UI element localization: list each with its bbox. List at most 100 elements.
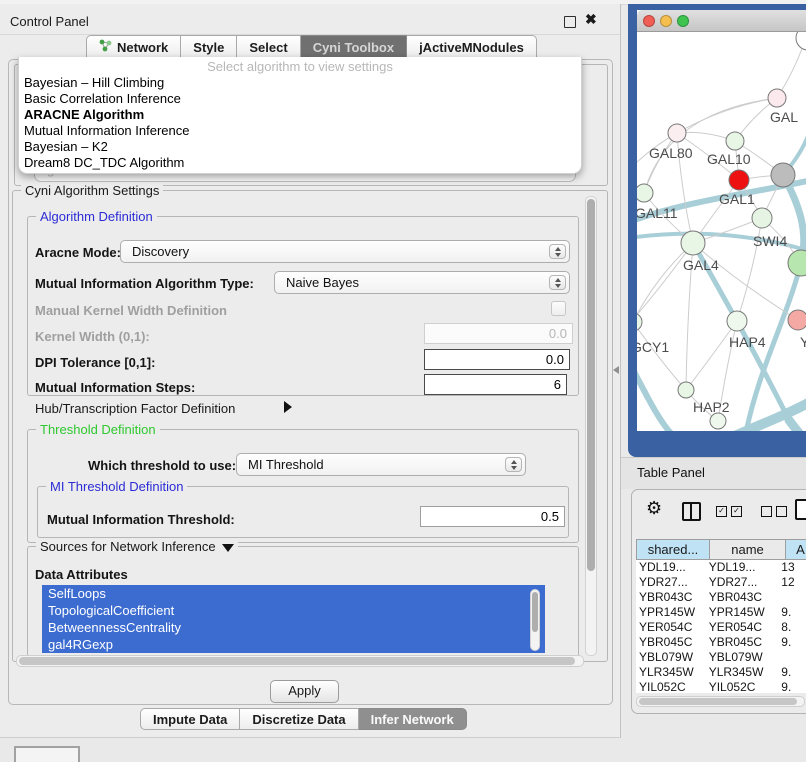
select-all-icon[interactable]: ✓✓ (716, 506, 742, 517)
float-window-icon[interactable] (564, 16, 576, 28)
table-cell: 9. (778, 665, 806, 680)
network-node-top-arc[interactable] (796, 32, 806, 50)
manual-kernel-checkbox[interactable] (551, 301, 566, 316)
kernel-width-label: Kernel Width (0,1): (35, 329, 150, 344)
network-node-hap4[interactable] (727, 311, 747, 331)
collapse-left-icon[interactable] (613, 366, 619, 374)
algorithm-dropdown-items: Bayesian – Hill ClimbingBasic Correlatio… (19, 75, 581, 171)
mi-type-label: Mutual Information Algorithm Type: (35, 276, 254, 291)
minimize-traffic-light[interactable] (660, 15, 672, 27)
table-row[interactable]: YBR043CYBR043C (636, 590, 806, 605)
which-threshold-combo[interactable]: MI Threshold (236, 453, 526, 476)
table-cell: YER054C (706, 620, 779, 635)
table-cell: YDR27... (636, 575, 706, 590)
attribute-item-gal4rgexp[interactable]: gal4RGexp (42, 636, 545, 653)
attribute-item-selfloops[interactable]: SelfLoops (42, 585, 545, 602)
table-row[interactable]: YDR27...YDR27...12 (636, 575, 806, 590)
tab-label: Infer Network (371, 709, 454, 730)
tab-impute-data[interactable]: Impute Data (140, 708, 240, 730)
node-label-gal80: GAL80 (649, 145, 693, 161)
network-node-gal11[interactable] (637, 184, 653, 202)
attribute-item-betweennesscentrality[interactable]: BetweennessCentrality (42, 619, 545, 636)
network-node-hap2[interactable] (678, 382, 694, 398)
settings-horizontal-scrollbar[interactable] (16, 655, 584, 667)
mi-type-combo[interactable]: Naive Bayes (274, 271, 570, 294)
close-traffic-light[interactable] (643, 15, 655, 27)
network-node-swi4[interactable] (752, 208, 772, 228)
tab-style[interactable]: Style (181, 35, 237, 59)
dpi-tolerance-input[interactable] (424, 349, 570, 370)
network-node-gray-node[interactable] (771, 163, 795, 187)
settings-scroll-thumb[interactable] (587, 199, 595, 571)
table-cell: 9. (778, 605, 806, 620)
close-icon[interactable]: ✖ (585, 11, 597, 28)
apply-button[interactable]: Apply (270, 680, 339, 703)
network-node-gal4[interactable] (681, 231, 705, 255)
hub-definition-expander[interactable]: Hub/Transcription Factor Definition (35, 401, 235, 416)
table-hscroll-thumb[interactable] (639, 698, 797, 705)
tab-discretize-data[interactable]: Discretize Data (240, 708, 358, 730)
minimized-panel-icon[interactable] (14, 746, 80, 762)
data-attributes-list: SelfLoopsTopologicalCoefficientBetweenne… (42, 585, 545, 653)
network-window-titlebar[interactable] (637, 10, 806, 32)
attributes-scrollbar[interactable] (530, 589, 540, 651)
network-node-gal1[interactable] (729, 170, 749, 190)
table-row[interactable]: YBR045CYBR045C9. (636, 635, 806, 650)
collapse-down-icon[interactable] (222, 544, 234, 552)
table-horizontal-scrollbar[interactable] (636, 696, 805, 707)
settings-vertical-scrollbar[interactable] (585, 196, 597, 656)
tab-label: Discretize Data (252, 709, 345, 730)
column-header-a[interactable]: A (786, 540, 806, 559)
algorithm-option-bayesian-k2[interactable]: Bayesian – K2 (19, 139, 581, 155)
network-node-gcy1[interactable] (637, 313, 642, 331)
network-edge (777, 40, 805, 98)
algorithm-option-mutual-information-inference[interactable]: Mutual Information Inference (19, 123, 581, 139)
column-header-shared[interactable]: shared... (637, 540, 710, 559)
table-cell: YPR145W (636, 605, 706, 620)
network-node-salmon-right[interactable] (788, 310, 806, 330)
mi-threshold-input[interactable] (420, 506, 565, 527)
table-cell: YDL19... (636, 560, 706, 575)
table-row[interactable]: YDL19...YDL19...13 (636, 560, 806, 575)
algorithm-option-basic-correlation-inference[interactable]: Basic Correlation Inference (19, 91, 581, 107)
mi-steps-input[interactable] (424, 374, 567, 395)
gear-icon[interactable]: ⚙ (646, 498, 662, 519)
aracne-mode-combo[interactable]: Discovery (120, 240, 570, 263)
attributes-scroll-thumb[interactable] (532, 592, 538, 632)
algorithm-option-bayesian-hill-climbing[interactable]: Bayesian – Hill Climbing (19, 75, 581, 91)
network-edge (789, 420, 806, 431)
network-canvas[interactable]: GALGAL80GAL10GAL1GAL11SWI4GAL4GCY1HAP4YH… (637, 32, 806, 431)
settings-hscroll-thumb[interactable] (19, 657, 575, 665)
network-node-gal10[interactable] (726, 132, 744, 150)
table-cell: YBR045C (636, 635, 706, 650)
table-row[interactable]: YER054CYER054C8. (636, 620, 806, 635)
tab-infer-network[interactable]: Infer Network (359, 708, 467, 730)
table-row[interactable]: YPR145WYPR145W9. (636, 605, 806, 620)
tab-label: jActiveMNodules (419, 36, 524, 59)
network-icon (99, 36, 112, 59)
deselect-all-icon[interactable] (761, 506, 787, 517)
table-cell: 13 (778, 560, 806, 575)
network-node-gal80[interactable] (668, 124, 686, 142)
tab-cyni-toolbox[interactable]: Cyni Toolbox (301, 35, 407, 59)
expand-right-icon[interactable] (284, 401, 292, 413)
table-row[interactable]: YLR345WYLR345W9. (636, 665, 806, 680)
document-icon[interactable] (795, 499, 806, 520)
zoom-traffic-light[interactable] (677, 15, 689, 27)
network-node-gal-top[interactable] (768, 89, 786, 107)
column-header-name[interactable]: name (710, 540, 786, 559)
kernel-width-input[interactable] (424, 323, 573, 344)
table-row[interactable]: YBL079WYBL079W (636, 650, 806, 665)
cyni-algorithm-settings-title: Cyni Algorithm Settings (21, 183, 163, 198)
tab-select[interactable]: Select (237, 35, 300, 59)
attribute-item-topologicalcoefficient[interactable]: TopologicalCoefficient (42, 602, 545, 619)
algorithm-option-aracne-algorithm[interactable]: ARACNE Algorithm (19, 107, 581, 123)
tab-jactivemnodules[interactable]: jActiveMNodules (407, 35, 537, 59)
table-row[interactable]: YIL052CYIL052C9. (636, 680, 806, 693)
columns-icon[interactable] (682, 502, 701, 521)
network-node-green-right[interactable] (788, 250, 806, 276)
algorithm-option-dream8-dc-tdc-algorithm[interactable]: Dream8 DC_TDC Algorithm (19, 155, 581, 171)
tab-network[interactable]: Network (86, 35, 181, 59)
control-panel-window: Control Panel ✖ NetworkStyleSelectCyni T… (0, 4, 621, 738)
network-node-bottom-node[interactable] (710, 413, 726, 429)
